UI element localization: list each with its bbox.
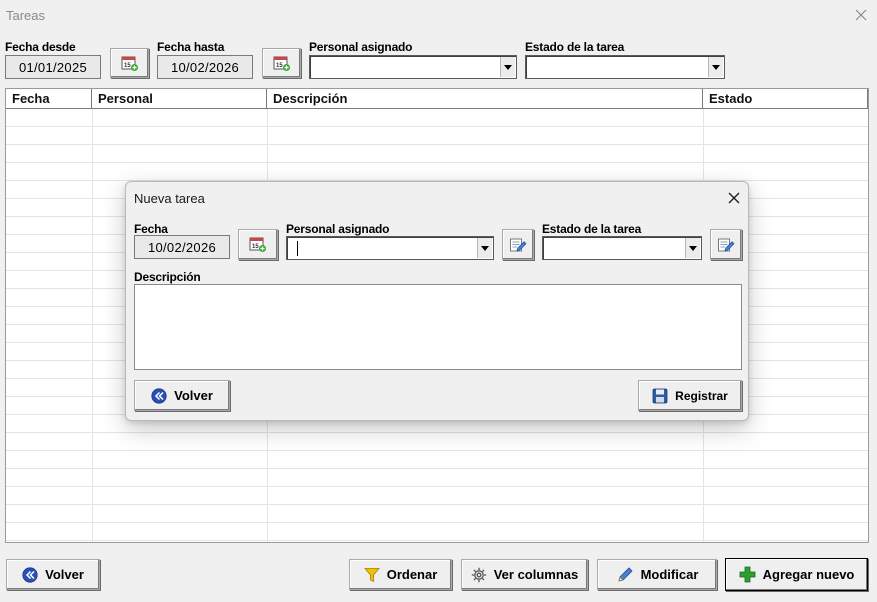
fecha-desde-label: Fecha desde: [5, 40, 76, 54]
edit-list-icon: [718, 238, 735, 252]
column-header-estado[interactable]: Estado: [703, 89, 868, 109]
ordenar-label: Ordenar: [386, 567, 438, 582]
fecha-hasta-field[interactable]: 10/02/2026: [157, 55, 253, 79]
plus-icon: [739, 566, 756, 583]
svg-text:15: 15: [124, 63, 131, 69]
dialog-estado-dropdown[interactable]: [542, 236, 702, 260]
column-header-personal[interactable]: Personal: [92, 89, 267, 109]
fecha-desde-calendar-button[interactable]: 15: [110, 48, 149, 78]
edit-list-icon: [510, 238, 527, 252]
dialog-personal-label: Personal asignado: [286, 222, 390, 236]
modificar-label: Modificar: [640, 567, 699, 582]
agregar-nuevo-label: Agregar nuevo: [762, 567, 855, 582]
save-icon: [652, 388, 668, 403]
table-header: Fecha Personal Descripción Estado: [6, 89, 868, 109]
double-chevron-left-icon: [22, 566, 38, 583]
ver-columnas-button[interactable]: Ver columnas: [461, 559, 588, 590]
calendar-icon: 15: [249, 237, 266, 252]
dialog-fecha-label: Fecha: [134, 222, 168, 236]
text-cursor: [297, 241, 298, 256]
modificar-button[interactable]: Modificar: [597, 559, 717, 590]
column-divider: [92, 109, 93, 542]
window-close-button[interactable]: [850, 5, 872, 25]
gear-icon: [471, 567, 486, 582]
pencil-icon: [618, 566, 633, 582]
filter-icon: [363, 567, 380, 582]
double-chevron-left-icon: [151, 387, 167, 404]
chevron-down-icon[interactable]: [685, 238, 700, 258]
registrar-button[interactable]: Registrar: [638, 380, 742, 411]
svg-text:15: 15: [252, 244, 259, 250]
close-icon: [855, 9, 867, 21]
window-title: Tareas: [6, 8, 46, 23]
dialog-descripcion-textarea[interactable]: [134, 284, 742, 370]
dialog-personal-edit-button[interactable]: [502, 229, 534, 260]
personal-filter-label: Personal asignado: [309, 40, 413, 54]
close-icon: [728, 192, 740, 204]
estado-filter-label: Estado de la tarea: [525, 40, 625, 54]
chevron-down-icon[interactable]: [500, 57, 515, 77]
calendar-icon: 15: [121, 56, 138, 71]
column-header-fecha[interactable]: Fecha: [6, 89, 92, 109]
personal-filter-dropdown[interactable]: [309, 55, 517, 79]
ordenar-button[interactable]: Ordenar: [349, 559, 452, 590]
dialog-fecha-calendar-button[interactable]: 15: [238, 229, 278, 260]
volver-label: Volver: [45, 567, 84, 582]
dialog-descripcion-label: Descripción: [134, 270, 201, 284]
dialog-estado-edit-button[interactable]: [710, 229, 742, 260]
dialog-close-button[interactable]: [723, 188, 745, 208]
ver-columnas-label: Ver columnas: [493, 567, 579, 582]
dialog-title: Nueva tarea: [134, 191, 205, 206]
fecha-hasta-calendar-button[interactable]: 15: [262, 48, 301, 78]
estado-filter-dropdown[interactable]: [525, 55, 725, 79]
volver-button[interactable]: Volver: [6, 559, 100, 590]
dialog-fecha-field[interactable]: 10/02/2026: [134, 235, 230, 259]
registrar-label: Registrar: [675, 388, 728, 403]
calendar-icon: 15: [273, 56, 290, 71]
fecha-hasta-label: Fecha hasta: [157, 40, 225, 54]
dialog-volver-button[interactable]: Volver: [134, 380, 230, 411]
dialog-estado-label: Estado de la tarea: [542, 222, 642, 236]
fecha-desde-field[interactable]: 01/01/2025: [5, 55, 101, 79]
chevron-down-icon[interactable]: [477, 238, 492, 258]
agregar-nuevo-button[interactable]: Agregar nuevo: [725, 558, 868, 591]
svg-text:15: 15: [276, 63, 283, 69]
chevron-down-icon[interactable]: [708, 57, 723, 77]
dialog-volver-label: Volver: [174, 388, 213, 403]
column-header-descripcion[interactable]: Descripción: [267, 89, 703, 109]
dialog-personal-dropdown[interactable]: [286, 236, 494, 260]
nueva-tarea-dialog: Nueva tarea Fecha 10/02/2026 15 Personal…: [125, 181, 749, 421]
